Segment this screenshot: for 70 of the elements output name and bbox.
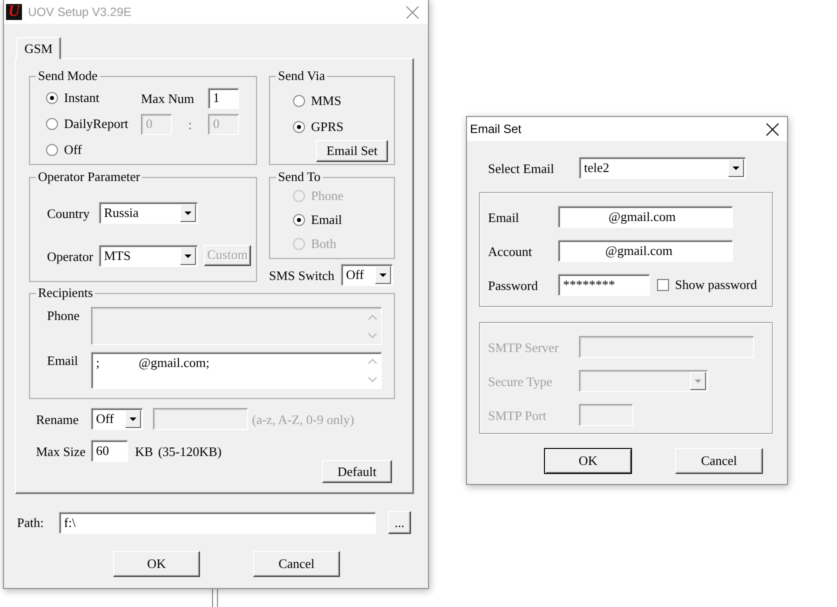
max-size-field[interactable]: 60 (91, 440, 128, 462)
range-label: (35-120KB) (158, 444, 222, 458)
field-label: SMTP Port (488, 408, 546, 422)
dropdown-arrow-icon[interactable] (728, 159, 744, 177)
radio-option[interactable]: Instant (46, 85, 100, 111)
dropdown-arrow-icon[interactable] (375, 266, 391, 284)
path-field[interactable]: f:\ (59, 512, 376, 534)
field-label: Email (488, 210, 520, 224)
group-title: Send Mode (37, 69, 99, 83)
text-field[interactable]: @gmail.com (558, 240, 733, 262)
browse-button[interactable]: ... (388, 511, 411, 534)
group-title: Send Via (277, 69, 326, 83)
radio-icon[interactable] (46, 118, 58, 130)
app-logo: U (6, 4, 22, 20)
email-set-button[interactable]: Email Set (316, 140, 388, 162)
field-label: Max Num (141, 90, 194, 106)
radio-option[interactable]: Email (293, 208, 342, 232)
field-label: Account (488, 244, 532, 258)
radio-icon[interactable] (293, 214, 305, 226)
field-label: Phone (47, 308, 80, 323)
dialog-button[interactable]: OK (113, 551, 200, 577)
show-password-checkbox[interactable]: Show password (657, 277, 757, 293)
radio-option[interactable]: MMS (293, 88, 342, 114)
field-label: Rename (36, 412, 79, 426)
time-separator: : (188, 116, 192, 132)
hint-text: (a-z, A-Z, 0-9 only) (252, 412, 354, 426)
radio-icon[interactable] (46, 92, 58, 104)
text-field[interactable]: @gmail.com (558, 206, 733, 228)
window-title: UOV Setup V3.29E (28, 5, 132, 19)
group-title: Send To (277, 170, 322, 184)
operator-dropdown[interactable]: MTS (99, 245, 198, 267)
country-dropdown[interactable]: Russia (99, 202, 198, 224)
dialog-button[interactable]: OK (544, 448, 632, 474)
field-label: Operator (47, 248, 94, 264)
close-icon[interactable] (766, 122, 779, 136)
dropdown-arrow-icon[interactable] (180, 247, 196, 265)
scroll-down-icon[interactable] (368, 376, 377, 382)
field-label: Country (47, 206, 90, 220)
dropdown-arrow-icon[interactable] (180, 204, 196, 222)
group-title: Operator Parameter (37, 170, 142, 184)
password-field[interactable]: ******** (558, 274, 650, 296)
field-label: Path: (17, 515, 44, 530)
text-area[interactable]: ; @gmail.com; (91, 352, 382, 389)
radio-option[interactable]: GPRS (293, 114, 344, 140)
field-label: SMS Switch (269, 268, 334, 282)
tab[interactable]: GSM (16, 37, 61, 59)
field-label: Select Email (488, 160, 554, 176)
radio-icon[interactable] (293, 121, 305, 133)
select-email-dropdown[interactable]: tele2 (579, 157, 746, 179)
field-label: SMTP Server (488, 340, 559, 354)
radio-icon[interactable] (46, 144, 58, 156)
dialog-button[interactable]: Cancel (675, 448, 763, 474)
radio-option[interactable]: DailyReport (46, 111, 128, 137)
unit-label: KB (135, 444, 154, 458)
field-label: Max Size (36, 444, 86, 458)
field-label: Secure Type (488, 374, 552, 388)
checkbox-icon[interactable] (657, 279, 669, 291)
field-label: Password (488, 278, 538, 292)
radio-icon[interactable] (293, 95, 305, 107)
radio-option[interactable]: Off (46, 137, 82, 163)
rename-dropdown[interactable]: Off (91, 408, 143, 430)
window-title: Email Set (470, 122, 522, 136)
default-button[interactable]: Default (322, 460, 392, 483)
sms-switch-dropdown[interactable]: Off (341, 264, 393, 286)
dialog-button[interactable]: Cancel (253, 551, 340, 577)
field-label: Email (47, 353, 78, 368)
scroll-up-icon[interactable] (368, 359, 377, 364)
dropdown-arrow-icon[interactable] (125, 410, 141, 428)
max-num-field[interactable]: 1 (208, 88, 239, 108)
group-title: Recipients (37, 286, 94, 300)
